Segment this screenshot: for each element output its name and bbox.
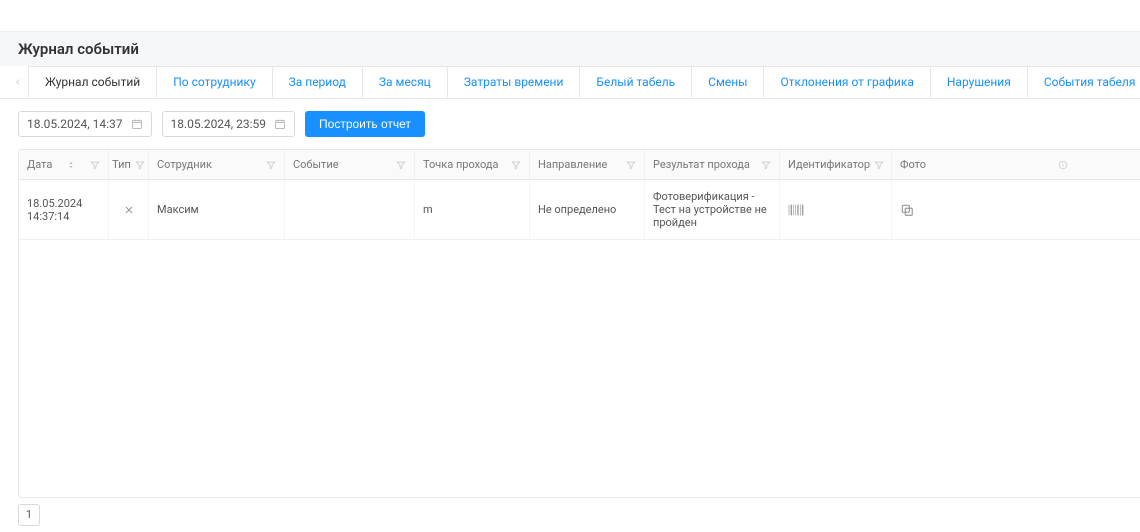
column-header-direction[interactable]: Направление bbox=[530, 150, 645, 179]
date-to-input[interactable]: 18.05.2024, 23:59 bbox=[162, 111, 296, 137]
pagination: 1 bbox=[0, 498, 1140, 532]
column-label: Дата bbox=[27, 158, 52, 171]
cell-photo bbox=[892, 180, 1140, 239]
column-header-type[interactable]: Тип bbox=[109, 150, 149, 179]
cell-direction: Не определено bbox=[530, 180, 645, 239]
tab-9[interactable]: События табеля bbox=[1027, 66, 1140, 98]
column-header-date[interactable]: Дата bbox=[19, 150, 109, 179]
filter-icon[interactable] bbox=[90, 160, 100, 170]
column-header-photo[interactable]: Фото bbox=[892, 150, 1140, 179]
column-label: Событие bbox=[293, 158, 339, 171]
tab-label: Смены bbox=[708, 75, 747, 89]
sort-icon[interactable] bbox=[67, 160, 75, 170]
tab-0[interactable]: Журнал событий bbox=[28, 66, 157, 98]
filter-icon[interactable] bbox=[266, 160, 276, 170]
tab-7[interactable]: Отклонения от графика bbox=[763, 66, 930, 98]
column-header-employee[interactable]: Сотрудник bbox=[149, 150, 285, 179]
tab-3[interactable]: За месяц bbox=[362, 66, 448, 98]
cell-result: Фотоверификация - Тест на устройстве не … bbox=[645, 180, 780, 239]
column-label: Сотрудник bbox=[157, 158, 212, 171]
calendar-icon bbox=[274, 118, 286, 130]
copy-icon[interactable] bbox=[900, 203, 914, 217]
filter-icon[interactable] bbox=[874, 160, 884, 170]
column-header-checkpoint[interactable]: Точка прохода bbox=[415, 150, 530, 179]
tab-label: События табеля bbox=[1044, 75, 1136, 89]
filter-icon[interactable] bbox=[135, 160, 145, 170]
column-label: Идентификатор bbox=[788, 158, 870, 171]
tab-label: Затраты времени bbox=[464, 75, 564, 89]
tab-label: Нарушения bbox=[947, 75, 1011, 89]
cell-date: 18.05.2024 14:37:14 bbox=[19, 180, 109, 239]
topbar bbox=[0, 0, 1140, 32]
tab-label: Журнал событий bbox=[45, 75, 140, 89]
tab-label: Отклонения от графика bbox=[780, 75, 913, 89]
column-label: Результат прохода bbox=[653, 158, 750, 171]
column-label: Тип bbox=[112, 158, 131, 171]
tab-label: За период bbox=[289, 75, 346, 89]
tabs-row: Журнал событий По сотруднику За период За м… bbox=[0, 66, 1140, 99]
tab-5[interactable]: Белый табель bbox=[579, 66, 692, 98]
build-report-button[interactable]: Построить отчет bbox=[305, 111, 425, 137]
filter-icon[interactable] bbox=[626, 160, 636, 170]
tab-label: За месяц bbox=[379, 75, 431, 89]
filter-icon[interactable] bbox=[761, 160, 771, 170]
cell-type bbox=[109, 180, 149, 239]
filter-icon[interactable] bbox=[396, 160, 406, 170]
tab-label: Белый табель bbox=[596, 75, 675, 89]
cell-event bbox=[285, 180, 415, 239]
main-area: Журнал событий Экспорт Журнал событий По … bbox=[0, 0, 1140, 532]
column-header-event[interactable]: Событие bbox=[285, 150, 415, 179]
tab-label: По сотруднику bbox=[173, 75, 255, 89]
filter-icon[interactable] bbox=[511, 160, 521, 170]
column-header-identifier[interactable]: Идентификатор bbox=[780, 150, 892, 179]
column-label: Точка прохода bbox=[423, 158, 499, 171]
tabs-scroll-left[interactable] bbox=[8, 66, 28, 98]
tab-2[interactable]: За период bbox=[272, 66, 363, 98]
column-label: Направление bbox=[538, 158, 607, 171]
date-from-value: 18.05.2024, 14:37 bbox=[27, 117, 123, 131]
cell-identifier bbox=[780, 180, 892, 239]
table-row: 18.05.2024 14:37:14 Максим mНе определеноФ… bbox=[19, 180, 1140, 240]
table: Дата Тип Сотрудник Событие Точка прохода Напр… bbox=[18, 149, 1140, 498]
date-from-input[interactable]: 18.05.2024, 14:37 bbox=[18, 111, 152, 137]
column-label: Фото bbox=[900, 158, 926, 171]
barcode-icon bbox=[788, 204, 804, 216]
tab-6[interactable]: Смены bbox=[691, 66, 764, 98]
cell-checkpoint: m bbox=[415, 180, 530, 239]
filter-row: 18.05.2024, 14:37 18.05.2024, 23:59 Пост… bbox=[0, 99, 1140, 149]
date-to-value: 18.05.2024, 23:59 bbox=[171, 117, 267, 131]
tab-1[interactable]: По сотруднику bbox=[156, 66, 272, 98]
tab-8[interactable]: Нарушения bbox=[930, 66, 1028, 98]
x-icon bbox=[123, 204, 135, 216]
page-number[interactable]: 1 bbox=[18, 504, 40, 526]
page-title: Журнал событий bbox=[18, 40, 139, 58]
tab-4[interactable]: Затраты времени bbox=[447, 66, 581, 98]
column-header-result[interactable]: Результат прохода bbox=[645, 150, 780, 179]
cell-employee: Максим bbox=[149, 180, 285, 239]
page-header: Журнал событий Экспорт bbox=[0, 32, 1140, 66]
calendar-icon bbox=[131, 118, 143, 130]
info-icon[interactable] bbox=[1058, 160, 1068, 170]
